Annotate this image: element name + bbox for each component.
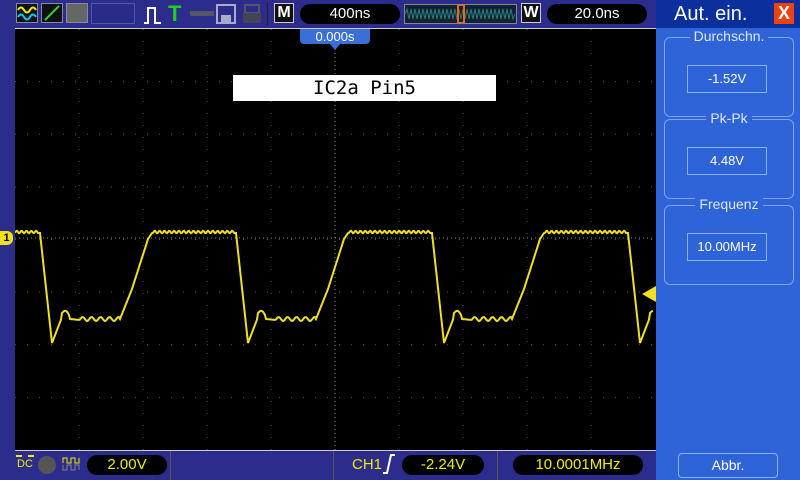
print-icon xyxy=(243,4,261,23)
trigger-level-marker-icon[interactable] xyxy=(642,286,656,302)
panel-title-text: Aut. ein. xyxy=(674,3,748,25)
measurement-frequency[interactable]: Frequenz 10.00MHz xyxy=(664,196,794,285)
rising-edge-icon[interactable] xyxy=(382,454,396,474)
measurement-average[interactable]: Durchschn. -1.52V xyxy=(664,28,794,117)
acquire-pulse-icon[interactable] xyxy=(142,5,164,25)
channel-1-marker[interactable]: 1 xyxy=(0,231,13,245)
waveform-overview[interactable] xyxy=(404,4,517,24)
trigger-position-marker-icon xyxy=(329,43,341,50)
trigger-icon[interactable]: T xyxy=(168,1,181,27)
empty-slot xyxy=(91,3,135,24)
trigger-source[interactable]: CH1 xyxy=(352,456,382,473)
channel-1-trace xyxy=(14,229,654,344)
close-button[interactable]: X xyxy=(774,3,794,24)
main-timebase-icon[interactable]: M xyxy=(274,3,294,23)
measurement-value: -1.52V xyxy=(687,65,767,93)
cancel-button[interactable]: Abbr. xyxy=(678,453,778,478)
measurement-value: 10.00MHz xyxy=(687,233,767,261)
coupling-label: DC xyxy=(17,458,33,470)
coupling-icon[interactable]: DC xyxy=(16,455,34,470)
waveform-label: IC2a Pin5 xyxy=(233,75,496,101)
measurement-name: Pk-Pk xyxy=(706,110,752,126)
reference-icon[interactable] xyxy=(66,3,88,23)
volts-div-readout[interactable]: 2.00V xyxy=(87,455,167,475)
bandwidth-limit-icon[interactable] xyxy=(38,456,56,474)
measurement-pk-pk[interactable]: Pk-Pk 4.48V xyxy=(664,110,794,199)
channels-icon[interactable] xyxy=(16,3,38,23)
top-toolbar: T M 400ns W 20.0ns xyxy=(0,0,656,28)
measurement-name: Durchschn. xyxy=(689,28,769,44)
window-timebase-icon[interactable]: W xyxy=(521,3,541,23)
key-icon xyxy=(190,11,214,16)
trigger-level-readout[interactable]: -2.24V xyxy=(402,455,484,475)
trigger-position-readout[interactable]: 0.000s xyxy=(300,29,370,44)
window-timebase-readout[interactable]: 20.0ns xyxy=(547,4,647,24)
timebase-readout[interactable]: 400ns xyxy=(300,4,400,24)
invert-icon[interactable] xyxy=(62,456,82,472)
panel-title: Aut. ein. X xyxy=(656,0,800,28)
save-icon[interactable] xyxy=(216,4,236,24)
measurement-value: 4.48V xyxy=(687,147,767,175)
divider xyxy=(267,2,268,26)
frequency-counter-readout: 10.0001MHz xyxy=(513,455,643,475)
measurement-name: Frequenz xyxy=(695,196,763,212)
math-icon[interactable] xyxy=(41,3,63,23)
